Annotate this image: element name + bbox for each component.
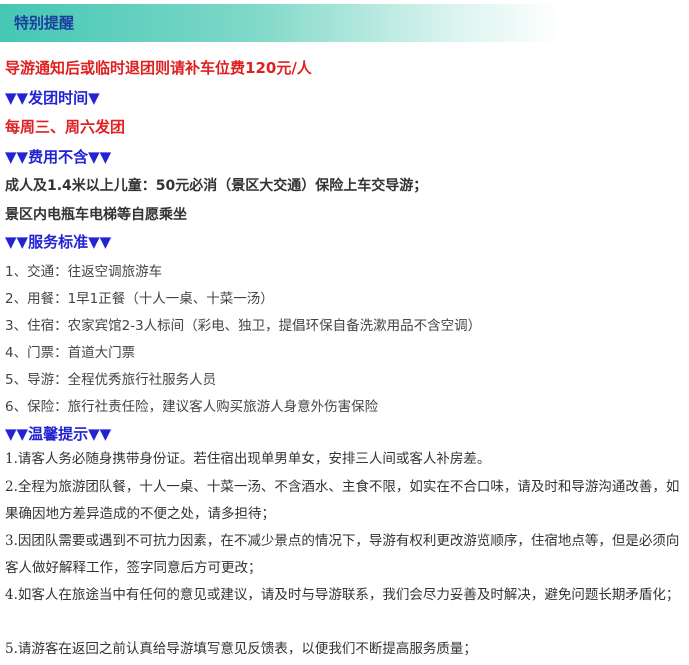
tip-item: 1.请客人务必随身携带身份证。若住宿出现单男单女，安排三人间或客人补房差。 <box>5 451 491 467</box>
service-item: 4、门票：首道大门票 <box>5 345 136 361</box>
service-item: 5、导游：全程优秀旅行社服务人员 <box>5 372 217 388</box>
tip-item: 2.全程为旅游团队餐，十人一桌、十菜一汤、不含酒水、主食不限，如实在不合口味，请… <box>5 479 680 522</box>
service-item: 2、用餐：1早1正餐（十人一桌、十菜一汤） <box>5 291 274 307</box>
excluded-line: 成人及1.4米以上儿童：50元必消（景区大交通）保险上车交导游； <box>5 178 428 194</box>
cancellation-notice: 导游通知后或临时退团则请补车位费120元/人 <box>5 59 312 77</box>
tip-item: 3.因团队需要或遇到不可抗力因素，在不减少景点的情况下，导游有权利更改游览顺序，… <box>5 533 680 576</box>
service-item: 6、保险：旅行社责任险，建议客人购买旅游人身意外伤害保险 <box>5 399 379 415</box>
service-item: 1、交通：往返空调旅游车 <box>5 264 163 280</box>
tip-item: 4.如客人在旅途当中有任何的意见或建议，请及时与导游联系，我们会尽力妥善及时解决… <box>5 587 680 603</box>
departure-heading: ▼▼发团时间▼ <box>5 89 100 107</box>
tips-heading: ▼▼温馨提示▼▼ <box>5 425 112 443</box>
section-title: 特别提醒 <box>14 14 75 32</box>
excluded-heading: ▼▼费用不含▼▼ <box>5 148 112 166</box>
service-heading: ▼▼服务标准▼▼ <box>5 233 112 251</box>
tip-item: 5.请游客在返回之前认真给导游填写意见反馈表，以便我们不断提高服务质量； <box>5 641 477 657</box>
excluded-line: 景区内电瓶车电梯等自愿乘坐 <box>5 207 187 223</box>
section-header: 特别提醒 <box>0 4 560 42</box>
service-item: 3、住宿：农家宾馆2-3人标间（彩电、独卫，提倡环保自备洗漱用品不含空调） <box>5 318 482 334</box>
departure-text: 每周三、周六发团 <box>5 118 126 136</box>
